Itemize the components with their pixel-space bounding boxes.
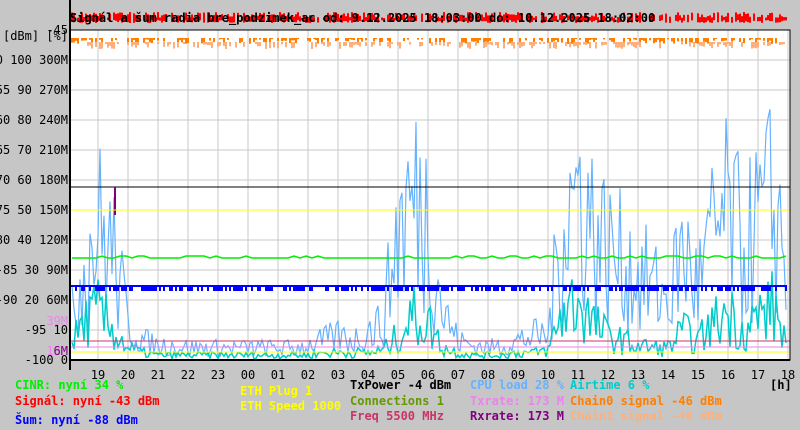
legend-freq: Freq 5500 MHz	[350, 409, 444, 423]
legend-txpower: TxPower -4 dBm	[350, 378, 452, 392]
x-tick-label: 01	[271, 368, 285, 382]
legend-cpu: CPU load 28 %	[470, 378, 564, 392]
legend-chain1: Chain1 signal -46 dBm	[570, 409, 722, 423]
legend-signal: Signál: nyní -43 dBm	[15, 394, 160, 408]
legend-rxrate: Rxrate: 173 M	[470, 409, 564, 423]
x-tick-label: 07	[451, 368, 465, 382]
y-tick-label: -90 20 60M	[0, 293, 68, 307]
legend-eth-speed: ETH Speed 1000	[240, 399, 342, 413]
legend-airtime: Airtime 6 %	[570, 378, 650, 392]
y-axis-unit-label: [dBm] [%]	[3, 29, 68, 43]
y-tick-label: -60 80 240M	[0, 113, 68, 127]
y-tick-label: -80 40 120M	[0, 233, 68, 247]
legend-cinr: CINR: nyní 34 %	[15, 378, 124, 392]
x-tick-label: 16	[721, 368, 735, 382]
legend-txrate: Txrate: 173 M	[470, 394, 564, 408]
legend-chain0: Chain0 signal -46 dBm	[570, 394, 722, 408]
signal-noise-chart: 19 20 21 22 23 00 01 02 03 04 05 06 07 08 09 10 11 12 13 14…	[0, 0, 795, 382]
y-tick-label: -55 90 270M	[0, 83, 68, 97]
x-tick-label: 23	[211, 368, 225, 382]
x-tick-label: 17	[751, 368, 765, 382]
y-tick-label: -85 30 90M	[0, 263, 68, 277]
rate-label: 6M	[54, 344, 68, 358]
x-tick-label: 02	[301, 368, 315, 382]
x-tick-label: 00	[241, 368, 255, 382]
x-tick-label: 03	[331, 368, 345, 382]
legend-noise: Šum: nyní -88 dBm	[15, 413, 138, 427]
chart-title: Signál a šum radia bre_podzimek_ac od: 9…	[70, 11, 655, 26]
x-tick-label: 15	[691, 368, 705, 382]
legend-eth-plug: ETH Plug 1	[240, 384, 313, 398]
x-tick-label: 21	[151, 368, 165, 382]
legend-connections: Connections 1	[350, 394, 444, 408]
y-tick-label: -75 50 150M	[0, 203, 68, 217]
y-tick-label: -70 60 180M	[0, 173, 68, 187]
y-tick-label: -50 100 300M	[0, 53, 68, 67]
x-tick-label: 14	[661, 368, 675, 382]
y-tick-label: -65 70 210M	[0, 143, 68, 157]
x-axis-unit: [h]	[770, 378, 792, 392]
x-tick-label: 22	[181, 368, 195, 382]
rate-label: 39M	[46, 314, 68, 328]
